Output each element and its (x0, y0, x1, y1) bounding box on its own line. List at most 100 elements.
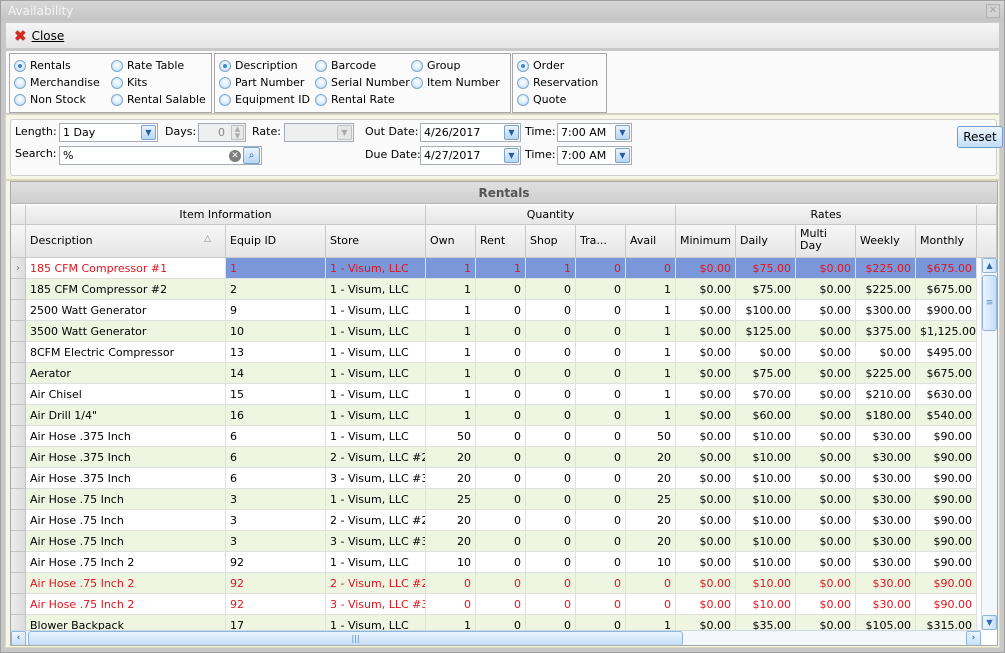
cell-weekly[interactable]: $375.00 (856, 321, 916, 342)
column-header-monthly[interactable]: Monthly (916, 225, 977, 258)
cell-store[interactable]: 1 - Visum, LLC (326, 405, 426, 426)
cell-monthly[interactable]: $900.00 (916, 300, 977, 321)
cell-tra[interactable]: 0 (576, 531, 626, 552)
cell-description[interactable]: 8CFM Electric Compressor (26, 342, 226, 363)
cell-description[interactable]: 185 CFM Compressor #1 (26, 258, 226, 279)
cell-avail[interactable]: 50 (626, 426, 676, 447)
cell-avail[interactable]: 20 (626, 447, 676, 468)
column-header-weekly[interactable]: Weekly (856, 225, 916, 258)
cell-equip-id[interactable]: 3 (226, 510, 326, 531)
doc-type-radio-order[interactable]: Order (517, 59, 564, 72)
cell-minimum[interactable]: $0.00 (676, 258, 736, 279)
cell-weekly[interactable]: $30.00 (856, 552, 916, 573)
cell-avail[interactable]: 20 (626, 531, 676, 552)
cell-daily[interactable]: $70.00 (736, 384, 796, 405)
cell-minimum[interactable]: $0.00 (676, 279, 736, 300)
cell-weekly[interactable]: $30.00 (856, 531, 916, 552)
cell-weekly[interactable]: $180.00 (856, 405, 916, 426)
cell-shop[interactable]: 0 (526, 342, 576, 363)
cell-own[interactable]: 1 (426, 363, 476, 384)
cell-daily[interactable]: $10.00 (736, 552, 796, 573)
row-header[interactable] (11, 510, 26, 531)
cell-description[interactable]: Aerator (26, 363, 226, 384)
cell-weekly[interactable]: $30.00 (856, 426, 916, 447)
out-date-picker[interactable]: 4/26/2017 ▼ (420, 123, 521, 142)
cell-own[interactable]: 1 (426, 300, 476, 321)
cell-store[interactable]: 1 - Visum, LLC (326, 300, 426, 321)
chevron-down-icon[interactable]: ▼ (504, 148, 519, 163)
cell-tra[interactable]: 0 (576, 342, 626, 363)
cell-multi-day[interactable]: $0.00 (796, 447, 856, 468)
cell-rent[interactable]: 0 (476, 321, 526, 342)
cell-equip-id[interactable]: 3 (226, 489, 326, 510)
table-row[interactable]: Air Hose .75 Inch 3 2 - Visum, LLC #2 20 0 0 0… (11, 510, 977, 531)
table-row[interactable]: 3500 Watt Generator 10 1 - Visum, LLC 1 0 0 0 1… (11, 321, 977, 342)
cell-shop[interactable]: 0 (526, 300, 576, 321)
cell-description[interactable]: Air Hose .375 Inch (26, 426, 226, 447)
chevron-down-icon[interactable]: ▼ (615, 148, 630, 163)
cell-own[interactable]: 20 (426, 510, 476, 531)
column-header-rent[interactable]: Rent (476, 225, 526, 258)
cell-store[interactable]: 3 - Visum, LLC #3 (326, 468, 426, 489)
row-header[interactable] (11, 279, 26, 300)
cell-rent[interactable]: 0 (476, 363, 526, 384)
cell-shop[interactable]: 0 (526, 363, 576, 384)
cell-rent[interactable]: 0 (476, 342, 526, 363)
cell-tra[interactable]: 0 (576, 573, 626, 594)
cell-monthly[interactable]: $90.00 (916, 594, 977, 615)
row-header[interactable] (11, 552, 26, 573)
cell-own[interactable]: 1 (426, 342, 476, 363)
cell-avail[interactable]: 25 (626, 489, 676, 510)
reset-button[interactable]: Reset (957, 126, 1003, 148)
cell-own[interactable]: 1 (426, 258, 476, 279)
cell-minimum[interactable]: $0.00 (676, 489, 736, 510)
cell-weekly[interactable]: $30.00 (856, 447, 916, 468)
cell-store[interactable]: 1 - Visum, LLC (326, 279, 426, 300)
cell-tra[interactable]: 0 (576, 510, 626, 531)
cell-shop[interactable]: 0 (526, 552, 576, 573)
cell-own[interactable]: 1 (426, 321, 476, 342)
chevron-down-icon[interactable]: ▼ (504, 125, 519, 140)
cell-store[interactable]: 1 - Visum, LLC (326, 552, 426, 573)
item-type-radio-non-stock[interactable]: Non Stock (14, 93, 86, 106)
table-row[interactable]: 8CFM Electric Compressor 13 1 - Visum, LLC… (11, 342, 977, 363)
cell-avail[interactable]: 1 (626, 300, 676, 321)
cell-description[interactable]: Air Hose .75 Inch (26, 489, 226, 510)
cell-description[interactable]: Air Hose .75 Inch (26, 531, 226, 552)
cell-rent[interactable]: 0 (476, 510, 526, 531)
cell-tra[interactable]: 0 (576, 489, 626, 510)
cell-monthly[interactable]: $1,125.00 (916, 321, 977, 342)
search-input[interactable]: % ✕ ⌕ (59, 146, 262, 165)
table-row[interactable]: 185 CFM Compressor #2 2 1 - Visum, LLC 1 0 0 0… (11, 279, 977, 300)
cell-rent[interactable]: 0 (476, 279, 526, 300)
cell-rent[interactable]: 0 (476, 447, 526, 468)
cell-equip-id[interactable]: 13 (226, 342, 326, 363)
cell-equip-id[interactable]: 10 (226, 321, 326, 342)
cell-own[interactable]: 1 (426, 384, 476, 405)
table-row[interactable]: Air Hose .75 Inch 2 92 3 - Visum, LLC #3 0 0… (11, 594, 977, 615)
table-row[interactable]: Aerator 14 1 - Visum, LLC 1 0 0 0 1 $0.00 $75.00 $… (11, 363, 977, 384)
cell-monthly[interactable]: $675.00 (916, 279, 977, 300)
cell-description[interactable]: Air Hose .375 Inch (26, 447, 226, 468)
cell-weekly[interactable]: $30.00 (856, 489, 916, 510)
cell-shop[interactable]: 0 (526, 573, 576, 594)
cell-multi-day[interactable]: $0.00 (796, 510, 856, 531)
cell-tra[interactable]: 0 (576, 447, 626, 468)
cell-rent[interactable]: 0 (476, 594, 526, 615)
cell-minimum[interactable]: $0.00 (676, 594, 736, 615)
cell-daily[interactable]: $75.00 (736, 363, 796, 384)
cell-shop[interactable]: 0 (526, 510, 576, 531)
cell-store[interactable]: 3 - Visum, LLC #3 (326, 594, 426, 615)
cell-rent[interactable]: 1 (476, 258, 526, 279)
cell-minimum[interactable]: $0.00 (676, 573, 736, 594)
cell-daily[interactable]: $75.00 (736, 279, 796, 300)
column-header-minimum[interactable]: Minimum (676, 225, 736, 258)
cell-weekly[interactable]: $300.00 (856, 300, 916, 321)
row-header[interactable] (11, 531, 26, 552)
cell-multi-day[interactable]: $0.00 (796, 405, 856, 426)
cell-own[interactable]: 20 (426, 468, 476, 489)
days-stepper[interactable]: 0 ▲ ▼ (198, 123, 246, 142)
clear-icon[interactable]: ✕ (229, 150, 241, 162)
cell-multi-day[interactable]: $0.00 (796, 342, 856, 363)
cell-description[interactable]: 185 CFM Compressor #2 (26, 279, 226, 300)
